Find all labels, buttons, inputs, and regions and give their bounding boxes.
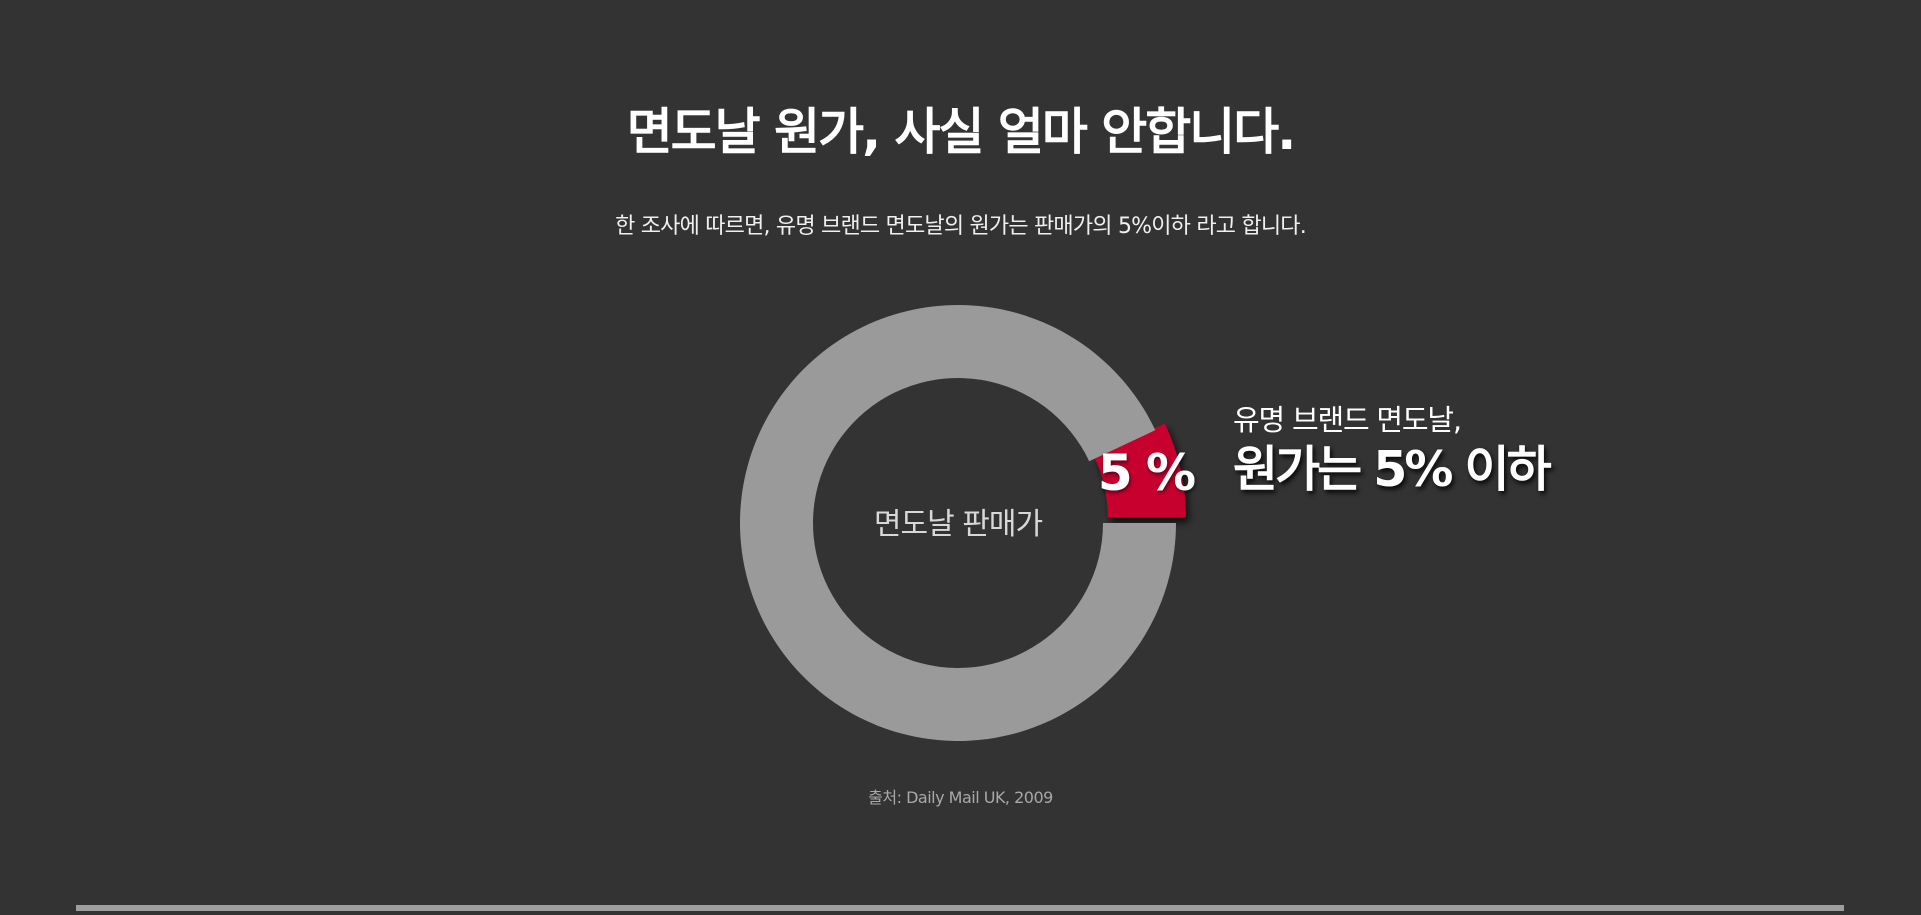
bottom-divider xyxy=(76,905,1844,911)
donut-chart: 면도날 판매가 5 % xyxy=(739,304,1197,741)
chart-callout: 유명 브랜드 면도날, 원가는 5% 이하 xyxy=(1233,400,1552,500)
highlight-slice-label: 5 % xyxy=(1098,444,1195,502)
source-note: 출처: Daily Mail UK, 2009 xyxy=(868,788,1053,807)
callout-line1: 유명 브랜드 면도날, xyxy=(1233,403,1462,437)
callout-line2: 원가는 5% 이하 xyxy=(1233,441,1552,498)
donut-center-label: 면도날 판매가 xyxy=(874,507,1043,542)
